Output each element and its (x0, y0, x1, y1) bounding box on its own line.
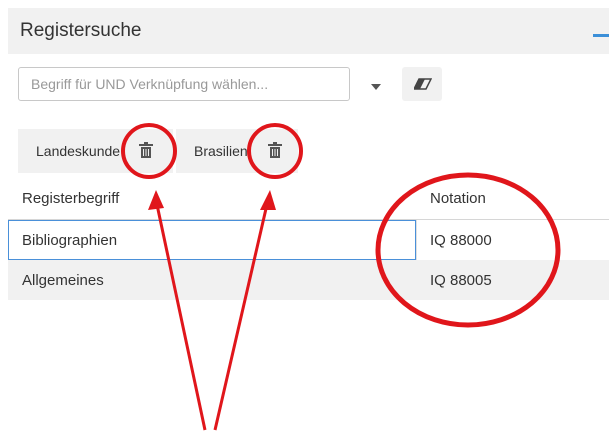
column-header-registerbegriff[interactable]: Registerbegriff (22, 190, 119, 207)
filter-tag-brasilien: Brasilien (176, 129, 298, 173)
cell-term: Bibliographien (22, 232, 118, 249)
cell-notation: IQ 88000 (430, 232, 492, 249)
panel-title: Registersuche (20, 20, 142, 41)
eraser-icon (414, 78, 432, 90)
clear-button[interactable] (402, 67, 442, 101)
cell-notation: IQ 88005 (430, 272, 492, 289)
column-header-notation[interactable]: Notation (430, 190, 486, 207)
tag-label: Landeskunde (36, 143, 121, 159)
table-header: Registerbegriff Notation (8, 178, 609, 220)
panel-header: Registersuche (8, 8, 609, 54)
tag-label: Brasilien (194, 143, 248, 159)
table-row[interactable]: Allgemeines IQ 88005 (8, 260, 609, 300)
search-placeholder: Begriff für UND Verknüpfung wählen... (31, 76, 269, 92)
trash-icon[interactable] (139, 142, 153, 158)
search-input[interactable]: Begriff für UND Verknüpfung wählen... (18, 67, 350, 101)
table-row[interactable]: Bibliographien IQ 88000 (8, 220, 609, 260)
filter-tag-landeskunde: Landeskunde (18, 129, 173, 173)
column-divider (416, 220, 417, 260)
chevron-down-icon[interactable] (371, 84, 381, 90)
trash-icon[interactable] (268, 142, 282, 158)
minimize-icon[interactable] (593, 34, 609, 37)
cell-term: Allgemeines (22, 272, 104, 289)
